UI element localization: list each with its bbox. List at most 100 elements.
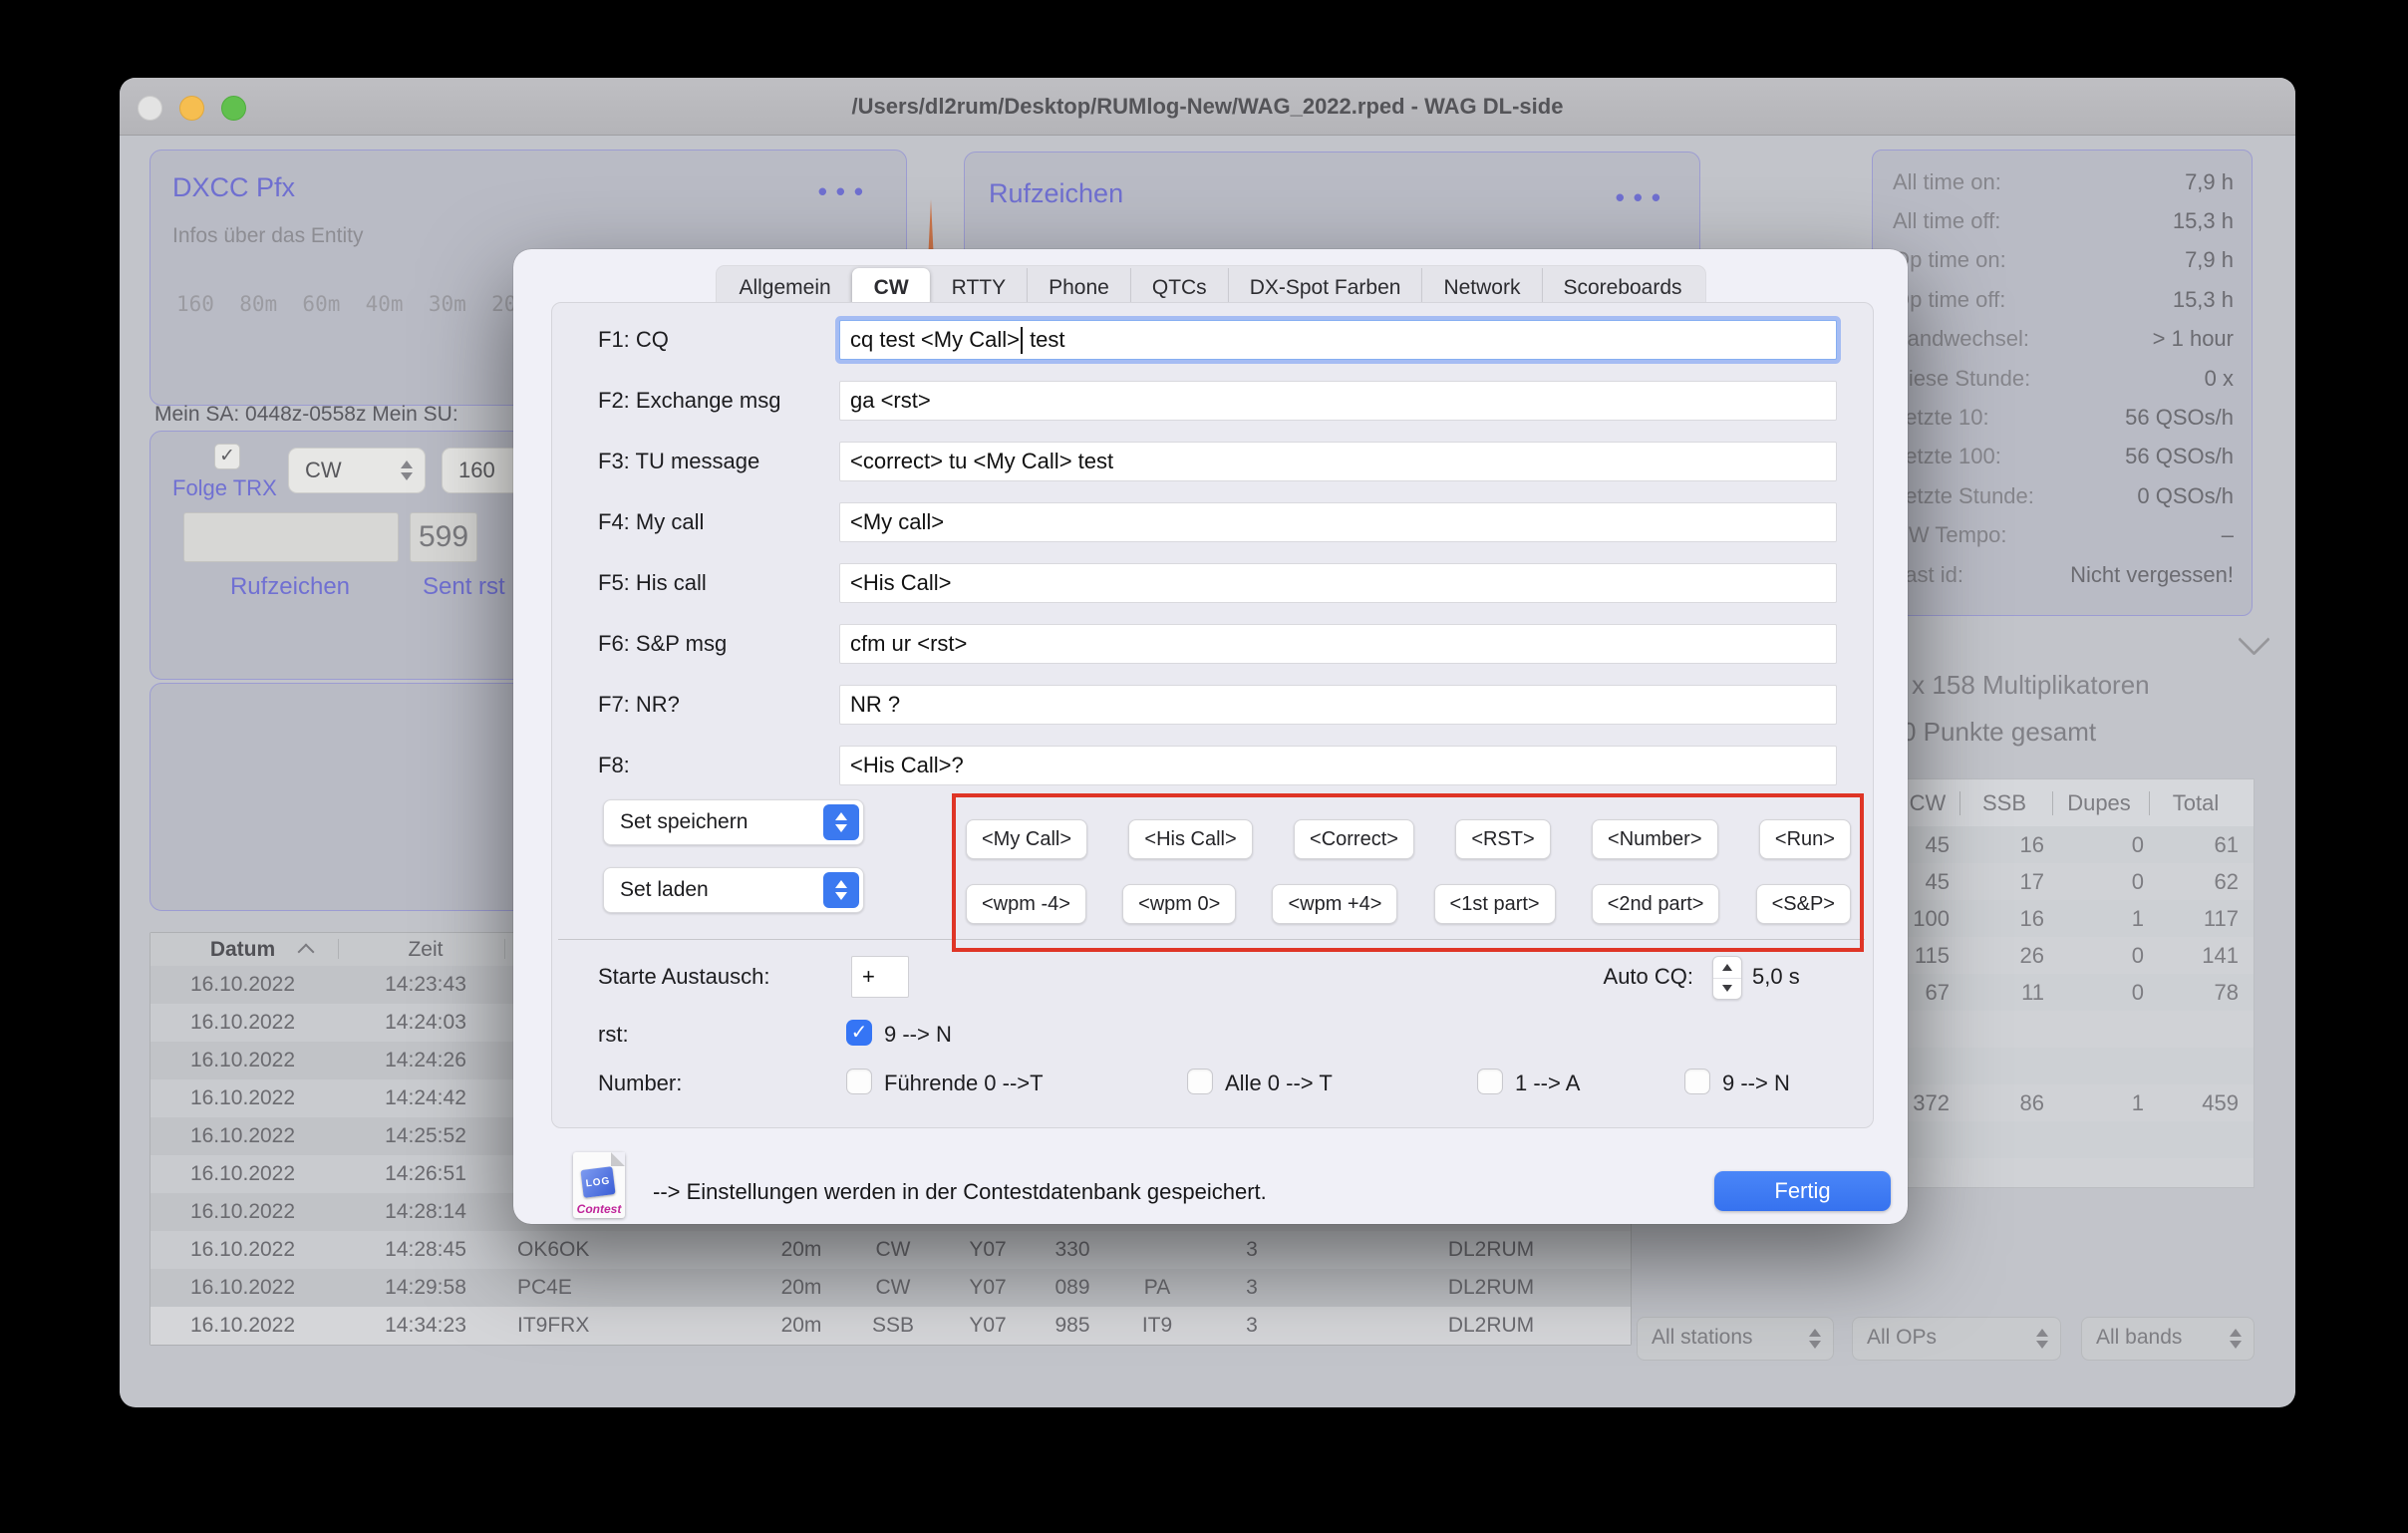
score-col-ssb: SSB xyxy=(1959,779,2049,826)
chevron-updown-icon xyxy=(823,872,859,908)
number-all0-label: Alle 0 --> T xyxy=(1225,1071,1333,1096)
stat-label: Bandwechsel: xyxy=(1893,326,2029,352)
table-row-selected[interactable]: 16.10.202214:34:23 IT9FRX 20m SSB Y07 98… xyxy=(150,1307,1631,1345)
stat-value: 15,3 h xyxy=(2173,287,2234,313)
macro-wpm-minus4-button[interactable]: <wpm -4> xyxy=(966,884,1086,924)
cw-tab-content: F1: CQ cq test <My Call> test F2: Exchan… xyxy=(551,302,1874,1128)
stat-value: 56 QSOs/h xyxy=(2125,405,2234,431)
macro-his-call-button[interactable]: <His Call> xyxy=(1128,819,1252,859)
f5-hiscall-input[interactable]: <His Call> xyxy=(839,563,1837,603)
number-9n-checkbox[interactable] xyxy=(1684,1069,1710,1094)
mode-select-value: CW xyxy=(305,449,342,492)
macro-wpm-plus4-button[interactable]: <wpm +4> xyxy=(1272,884,1397,924)
score-table-header: CW SSB Dupes Total xyxy=(1900,779,2254,826)
screen: /Users/dl2rum/Desktop/RUMlog-New/WAG_202… xyxy=(0,0,2408,1533)
set-save-popup[interactable]: Set speichern xyxy=(603,799,864,845)
stat-value: 0 x xyxy=(2205,366,2234,392)
filter-stations-select[interactable]: All stations xyxy=(1637,1317,1834,1361)
rst-input[interactable]: 599 xyxy=(410,512,477,562)
footer-note: --> Einstellungen werden in der Contestd… xyxy=(653,1179,1267,1205)
f7-nr-input[interactable]: NR ? xyxy=(839,685,1837,725)
score-row: 4517062 xyxy=(1900,863,2254,900)
stat-value: – xyxy=(2222,522,2234,548)
macro-correct-button[interactable]: <Correct> xyxy=(1294,819,1414,859)
stat-value: 7,9 h xyxy=(2185,169,2234,195)
f8-input[interactable]: <His Call>? xyxy=(839,746,1837,785)
number-leading0-label: Führende 0 -->T xyxy=(884,1071,1044,1096)
col-header-datum[interactable]: Datum xyxy=(170,933,315,966)
filter-ops-select[interactable]: All OPs xyxy=(1852,1317,2061,1361)
exchange-start-input[interactable]: + xyxy=(851,956,909,998)
f1-label: F1: CQ xyxy=(598,320,669,360)
callsign-input[interactable] xyxy=(183,512,399,562)
rst-9n-checkbox[interactable]: ✓ xyxy=(846,1020,872,1046)
stat-value: 7,9 h xyxy=(2185,247,2234,273)
f2-exchange-input[interactable]: ga <rst> xyxy=(839,381,1837,421)
chevron-down-icon[interactable] xyxy=(2238,623,2270,656)
f8-label: F8: xyxy=(598,746,630,785)
macro-my-call-button[interactable]: <My Call> xyxy=(966,819,1087,859)
chevron-updown-icon xyxy=(2036,1329,2048,1349)
f7-label: F7: NR? xyxy=(598,685,680,725)
score-table: CW SSB Dupes Total 4516061 4517062 10016… xyxy=(1899,778,2255,1188)
sent-rst-caption: Sent rst xyxy=(423,573,505,601)
rufzeichen-panel-title: Rufzeichen xyxy=(989,178,1123,209)
f6-sp-input[interactable]: cfm ur <rst> xyxy=(839,624,1837,664)
rst-row-label: rst: xyxy=(598,1022,629,1048)
chevron-updown-icon xyxy=(401,460,413,480)
fertig-button[interactable]: Fertig xyxy=(1714,1171,1891,1211)
score-row: 6711078 xyxy=(1900,974,2254,1011)
table-row[interactable]: 16.10.202214:29:58 PC4E 20m CW Y07 089 P… xyxy=(150,1269,1631,1307)
table-row[interactable]: 16.10.202214:28:45 OK6OK 20m CW Y07 330 … xyxy=(150,1231,1631,1269)
auto-cq-value: 5,0 s xyxy=(1752,964,1800,990)
band-select-value: 160 xyxy=(458,449,495,492)
macro-sp-button[interactable]: <S&P> xyxy=(1756,884,1851,924)
macro-rst-button[interactable]: <RST> xyxy=(1455,819,1550,859)
stat-label: All time on: xyxy=(1893,169,2001,195)
folge-trx-checkbox[interactable]: ✓ xyxy=(214,444,240,469)
macro-run-button[interactable]: <Run> xyxy=(1759,819,1851,859)
dxcc-panel-subtitle: Infos über das Entity xyxy=(172,224,363,248)
number-all0-checkbox[interactable] xyxy=(1187,1069,1213,1094)
f3-tu-input[interactable]: <correct> tu <My Call> test xyxy=(839,442,1837,481)
f4-label: F4: My call xyxy=(598,502,704,542)
stepper-down-icon[interactable] xyxy=(1713,978,1741,1000)
f6-label: F6: S&P msg xyxy=(598,624,727,664)
stat-value: 0 QSOs/h xyxy=(2137,483,2234,509)
macro-wpm-0-button[interactable]: <wpm 0> xyxy=(1122,884,1236,924)
chevron-updown-icon xyxy=(823,804,859,840)
number-1a-label: 1 --> A xyxy=(1515,1071,1580,1096)
auto-cq-stepper[interactable] xyxy=(1712,956,1742,1000)
f5-label: F5: His call xyxy=(598,563,707,603)
macro-2nd-part-button[interactable]: <2nd part> xyxy=(1592,884,1720,924)
folge-trx-label: Folge TRX xyxy=(172,475,277,501)
score-totals-row: 372861459 xyxy=(1900,1084,2254,1121)
f3-label: F3: TU message xyxy=(598,442,759,481)
filter-bands-select[interactable]: All bands xyxy=(2081,1317,2255,1361)
score-col-dupes: Dupes xyxy=(2054,779,2144,826)
mode-select[interactable]: CW xyxy=(288,448,426,493)
number-1a-checkbox[interactable] xyxy=(1477,1069,1503,1094)
stat-value: 56 QSOs/h xyxy=(2125,444,2234,469)
stat-label: Letzte 100: xyxy=(1893,444,2001,469)
col-header-zeit[interactable]: Zeit xyxy=(356,933,495,966)
f4-mycall-input[interactable]: <My call> xyxy=(839,502,1837,542)
macro-1st-part-button[interactable]: <1st part> xyxy=(1434,884,1556,924)
rufzeichen-caption: Rufzeichen xyxy=(183,573,397,601)
exchange-start-label: Starte Austausch: xyxy=(598,964,769,990)
number-leading0-checkbox[interactable] xyxy=(846,1069,872,1094)
score-col-total: Total xyxy=(2151,779,2241,826)
f1-cq-input[interactable]: cq test <My Call> test xyxy=(839,320,1837,360)
main-window: /Users/dl2rum/Desktop/RUMlog-New/WAG_202… xyxy=(120,78,2295,1407)
macro-number-button[interactable]: <Number> xyxy=(1592,819,1718,859)
score-row: 100161117 xyxy=(1900,900,2254,937)
stepper-up-icon[interactable] xyxy=(1713,957,1741,978)
rufzeichen-menu-dots-icon[interactable]: ••• xyxy=(1616,182,1669,213)
titlebar: /Users/dl2rum/Desktop/RUMlog-New/WAG_202… xyxy=(120,78,2295,136)
stat-label: Op time on: xyxy=(1893,247,2006,273)
dxcc-menu-dots-icon[interactable]: ••• xyxy=(818,176,872,207)
f2-label: F2: Exchange msg xyxy=(598,381,780,421)
set-load-popup[interactable]: Set laden xyxy=(603,867,864,913)
window-title: /Users/dl2rum/Desktop/RUMlog-New/WAG_202… xyxy=(120,78,2295,135)
auto-cq-label: Auto CQ: xyxy=(1604,964,1693,990)
